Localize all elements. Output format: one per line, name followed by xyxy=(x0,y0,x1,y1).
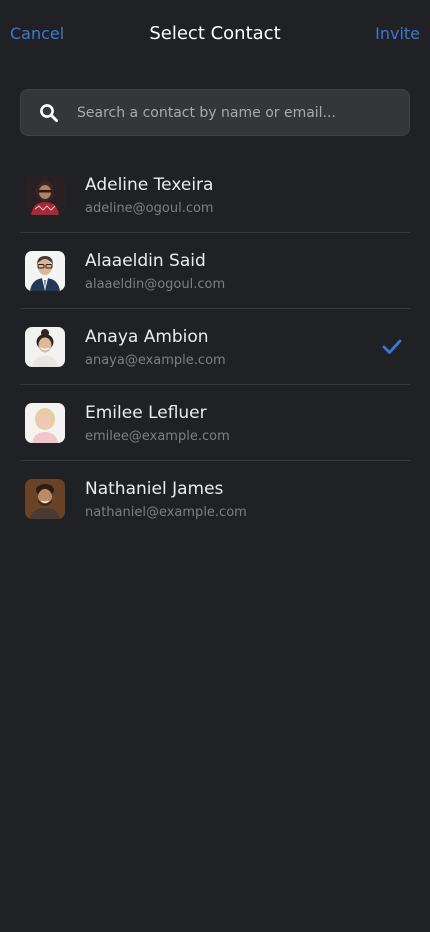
page-title: Select Contact xyxy=(149,23,281,44)
contact-email: adeline@ogoul.com xyxy=(85,201,214,216)
avatar xyxy=(25,327,65,367)
contact-email: emilee@example.com xyxy=(85,429,230,444)
contact-email: alaaeldin@ogoul.com xyxy=(85,277,226,292)
contact-row-emilee[interactable]: Emilee Lefluer emilee@example.com xyxy=(20,385,410,461)
avatar xyxy=(25,175,65,215)
contact-email: nathaniel@example.com xyxy=(85,505,247,520)
invite-button[interactable]: Invite xyxy=(375,24,420,43)
checkmark-icon xyxy=(382,339,402,354)
search-bar[interactable] xyxy=(20,89,410,136)
contact-row-nathaniel[interactable]: Nathaniel James nathaniel@example.com xyxy=(20,461,410,537)
contact-name: Emilee Lefluer xyxy=(85,403,207,423)
avatar xyxy=(25,479,65,519)
select-contact-screen: Cancel Select Contact Invite Adeline Te xyxy=(0,0,430,932)
search-input[interactable] xyxy=(77,90,397,135)
contact-row-alaaeldin[interactable]: Alaaeldin Said alaaeldin@ogoul.com xyxy=(20,233,410,309)
contact-row-anaya[interactable]: Anaya Ambion anaya@example.com xyxy=(20,309,410,385)
contact-row-adeline[interactable]: Adeline Texeira adeline@ogoul.com xyxy=(20,157,410,233)
avatar xyxy=(25,251,65,291)
contact-name: Alaaeldin Said xyxy=(85,251,206,271)
contact-list: Adeline Texeira adeline@ogoul.com Alaael… xyxy=(20,157,410,537)
search-icon xyxy=(40,104,58,122)
contact-email: anaya@example.com xyxy=(85,353,226,368)
contact-name: Adeline Texeira xyxy=(85,175,214,195)
contact-name: Anaya Ambion xyxy=(85,327,209,347)
avatar xyxy=(25,403,65,443)
contact-name: Nathaniel James xyxy=(85,479,224,499)
navigation-bar: Cancel Select Contact Invite xyxy=(0,0,430,70)
